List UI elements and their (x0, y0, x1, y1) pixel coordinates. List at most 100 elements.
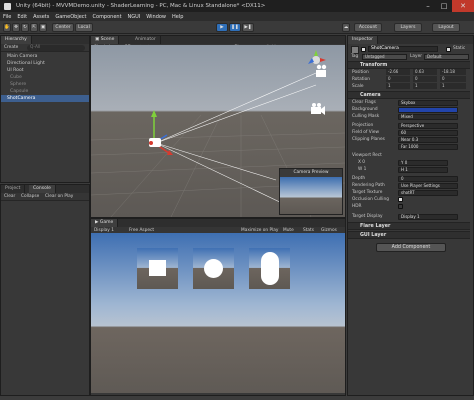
tab-inspector[interactable]: Inspector (348, 36, 378, 44)
viewport-wh-row: W 1 H 1 (348, 166, 468, 173)
scene-orientation-gizmo-icon[interactable] (305, 49, 327, 71)
depth-field[interactable]: 0 (398, 175, 458, 182)
scale-label: Scale (352, 84, 364, 89)
menu-edit[interactable]: Edit (17, 14, 27, 20)
menu-window[interactable]: Window (146, 14, 166, 20)
menu-gameobject[interactable]: GameObject (55, 14, 86, 20)
menu-assets[interactable]: Assets (33, 14, 49, 20)
tab-animator[interactable]: Animator (131, 36, 161, 44)
camera-component-header[interactable]: Camera (348, 91, 470, 99)
hierarchy-item-ui-root[interactable]: UI Root (7, 67, 89, 74)
clear-on-play-button[interactable]: Clear on Play (45, 193, 73, 201)
tag-dropdown[interactable]: Untagged (362, 54, 407, 60)
scale-y-field[interactable]: 1 (413, 83, 437, 89)
step-button[interactable]: ▶❚ (242, 23, 254, 32)
move-tool-icon[interactable]: ✥ (12, 23, 20, 32)
pivot-center-toggle[interactable]: Center (52, 23, 74, 32)
clipping-near-field[interactable]: Near 0.3 (398, 136, 458, 143)
viewport-x-field[interactable]: X 0 (358, 159, 365, 166)
console-tabbar: Project Console (1, 185, 89, 193)
account-dropdown[interactable]: Account (354, 23, 382, 32)
menu-component[interactable]: Component (93, 14, 122, 20)
viewport-w-field[interactable]: W 1 (358, 166, 366, 173)
scene-viewport[interactable]: Camera Preview (91, 45, 345, 217)
scene-tabbar: ▣ Scene Animator (91, 36, 345, 44)
layer-dropdown[interactable]: Default (424, 54, 469, 60)
hierarchy-item-cube[interactable]: Cube (10, 74, 92, 81)
static-checkbox[interactable] (446, 47, 451, 52)
rendering-path-dropdown[interactable]: Use Player Settings (398, 182, 458, 189)
play-button[interactable]: ▶ (216, 23, 228, 32)
hierarchy-toolbar: Create Q-All (1, 44, 89, 52)
scale-tool-icon[interactable]: ⇱ (30, 23, 38, 32)
rotation-y-field[interactable]: 0 (413, 76, 437, 82)
cloud-icon[interactable]: ☁ (342, 23, 350, 32)
create-dropdown[interactable]: Create (4, 45, 18, 50)
sphere-shape (204, 259, 223, 278)
hierarchy-search-input[interactable]: Q-All (27, 45, 85, 51)
collapse-button[interactable]: Collapse (21, 193, 39, 201)
flare-layer-component-header[interactable]: Flare Layer (348, 222, 470, 230)
hierarchy-panel: Hierarchy Create Q-All Main Camera Direc… (0, 35, 90, 183)
target-display-dropdown[interactable]: Display 1 (398, 213, 458, 220)
scale-z-field[interactable]: 1 (440, 83, 466, 89)
gui-layer-component-header[interactable]: GUI Layer (348, 231, 470, 239)
target-texture-row: Target Texture shotRT (348, 189, 468, 196)
add-component-button[interactable]: Add Component (376, 243, 446, 252)
projection-dropdown[interactable]: Perspective (398, 122, 458, 129)
hdr-checkbox[interactable] (398, 204, 403, 209)
scale-row: Scale 1 1 1 (348, 83, 468, 90)
tab-project[interactable]: Project (1, 185, 26, 193)
position-x-field[interactable]: -2.66 (386, 69, 410, 75)
hierarchy-item-directional-light[interactable]: Directional Light (7, 60, 89, 67)
viewport-rect-row: Viewport Rect (348, 152, 468, 159)
clipping-far-field[interactable]: Far 1000 (398, 143, 458, 150)
clear-flags-dropdown[interactable]: Skybox (398, 99, 458, 106)
layout-dropdown[interactable]: Layout (432, 23, 460, 32)
hierarchy-item-shotcamera[interactable]: ShotCamera (1, 95, 89, 102)
hierarchy-item-capsule[interactable]: Capsule (10, 88, 92, 95)
fov-row: Field of View 60 (348, 129, 468, 136)
occlusion-culling-row: Occlusion Culling (348, 196, 468, 203)
layers-dropdown[interactable]: Layers (394, 23, 422, 32)
pivot-local-toggle[interactable]: Local (75, 23, 93, 32)
cube-shape (149, 260, 166, 276)
render-texture-capsule (249, 248, 290, 289)
menu-ngui[interactable]: NGUI (128, 14, 141, 20)
fov-slider[interactable]: 60 (398, 129, 458, 136)
tab-game-label: Game (99, 220, 114, 225)
menu-help[interactable]: Help (172, 14, 183, 20)
scale-x-field[interactable]: 1 (386, 83, 410, 89)
clear-button[interactable]: Clear (4, 194, 15, 199)
position-y-field[interactable]: 0.63 (413, 69, 437, 75)
tab-scene[interactable]: ▣ Scene (91, 36, 120, 44)
game-viewport[interactable] (91, 233, 345, 393)
viewport-h-field[interactable]: H 1 (398, 166, 448, 173)
occlusion-culling-checkbox[interactable] (398, 197, 403, 202)
rect-tool-icon[interactable]: ▣ (39, 23, 47, 32)
hand-tool-icon[interactable]: ✋ (3, 23, 11, 32)
object-name-field[interactable]: ShotCamera (368, 46, 438, 52)
hierarchy-item-main-camera[interactable]: Main Camera (7, 53, 89, 60)
background-color-field[interactable] (398, 106, 458, 113)
tab-console[interactable]: Console (29, 185, 56, 193)
maximize-button[interactable]: □ (436, 0, 452, 12)
hierarchy-item-sphere[interactable]: Sphere (10, 81, 92, 88)
rotation-z-field[interactable]: 0 (440, 76, 466, 82)
console-panel: Project Console Clear Collapse Clear on … (0, 184, 90, 396)
culling-mask-dropdown[interactable]: Mixed (398, 113, 458, 120)
rotate-tool-icon[interactable]: ↻ (21, 23, 29, 32)
position-z-field[interactable]: -18.18 (440, 69, 466, 75)
pause-button[interactable]: ❚❚ (229, 23, 241, 32)
tab-hierarchy[interactable]: Hierarchy (1, 36, 32, 44)
menu-file[interactable]: File (3, 14, 11, 20)
target-texture-field[interactable]: shotRT (398, 189, 458, 196)
transform-component-header[interactable]: Transform (348, 61, 470, 69)
active-checkbox[interactable] (361, 47, 366, 52)
viewport-y-field[interactable]: Y 0 (398, 159, 448, 166)
tag-label: Tag (351, 54, 359, 59)
tab-game[interactable]: ▶ Game (91, 219, 119, 227)
rotation-x-field[interactable]: 0 (386, 76, 410, 82)
close-button[interactable]: ✕ (452, 0, 474, 12)
minimize-button[interactable]: – (420, 0, 436, 12)
